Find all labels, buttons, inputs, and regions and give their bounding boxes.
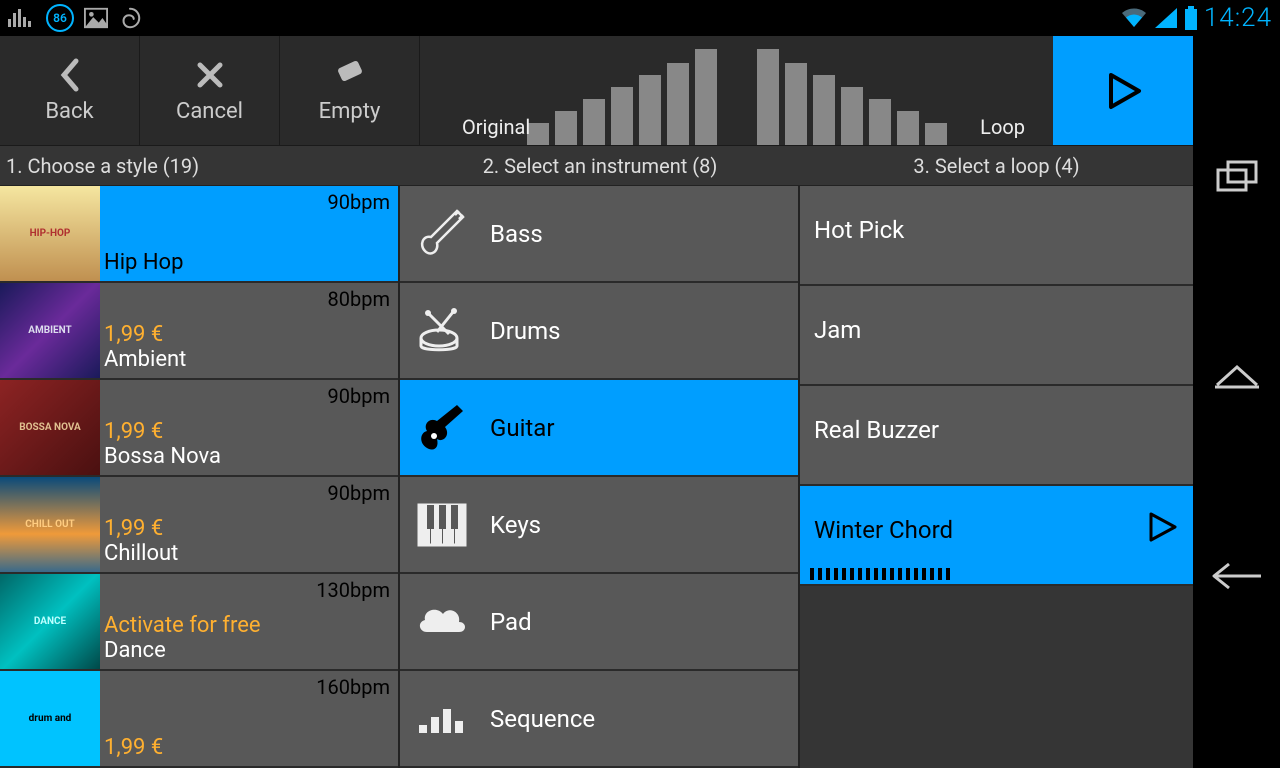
style-row[interactable]: drum and1,99 € 160bpm — [0, 671, 398, 768]
loop-row[interactable]: Real Buzzer — [800, 386, 1193, 486]
system-nav-bar — [1193, 36, 1280, 768]
instrument-name: Pad — [490, 608, 532, 636]
style-row[interactable]: BOSSA NOVA1,99 €Bossa Nova 90bpm — [0, 380, 398, 477]
instrument-row[interactable]: Keys — [400, 477, 798, 574]
cancel-label: Cancel — [176, 99, 243, 124]
loop-name: Winter Chord — [814, 516, 953, 544]
style-bpm: 130bpm — [316, 578, 390, 602]
keys-icon — [414, 497, 470, 553]
style-bpm: 80bpm — [328, 287, 390, 311]
step-style: 1. Choose a style (19) — [0, 146, 400, 185]
back-label: Back — [45, 99, 93, 124]
bass-icon — [414, 206, 470, 262]
style-thumbnail: DANCE — [0, 574, 100, 669]
signal-icon — [1154, 7, 1178, 29]
instrument-row[interactable]: Sequence — [400, 671, 798, 768]
style-name: Chillout — [104, 541, 390, 566]
style-name: Bossa Nova — [104, 444, 390, 469]
home-button[interactable] — [1211, 356, 1263, 396]
styles-column[interactable]: HIP-HOPHip Hop90bpmAMBIENT1,99 €Ambient8… — [0, 186, 400, 768]
selection-columns: HIP-HOPHip Hop90bpmAMBIENT1,99 €Ambient8… — [0, 186, 1193, 768]
style-price: 1,99 € — [104, 516, 390, 541]
loop-label: Loop — [980, 115, 1025, 139]
style-price: Activate for free — [104, 613, 390, 638]
style-price: 1,99 € — [104, 419, 390, 444]
instrument-name: Sequence — [490, 705, 595, 733]
equalizer-icon — [8, 9, 36, 27]
loop-play-icon[interactable] — [1145, 510, 1179, 550]
play-button[interactable] — [1053, 36, 1193, 145]
style-row[interactable]: HIP-HOPHip Hop 90bpm — [0, 186, 398, 283]
instrument-row[interactable]: Drums — [400, 283, 798, 380]
style-name: Dance — [104, 638, 390, 663]
image-icon — [84, 6, 108, 30]
cancel-button[interactable]: Cancel — [140, 36, 280, 145]
step-tabs: 1. Choose a style (19) 2. Select an inst… — [0, 146, 1193, 186]
sequence-icon — [414, 691, 470, 747]
loops-column[interactable]: Hot Pick Jam Real Buzzer Winter Chord — [800, 186, 1193, 768]
instrument-name: Bass — [490, 220, 543, 248]
empty-button[interactable]: Empty — [280, 36, 420, 145]
eraser-icon — [332, 57, 368, 93]
swirl-icon — [118, 6, 142, 30]
instrument-name: Guitar — [490, 414, 554, 442]
back-button[interactable]: Back — [0, 36, 140, 145]
style-row[interactable]: AMBIENT1,99 €Ambient 80bpm — [0, 283, 398, 380]
pad-icon — [414, 594, 470, 650]
style-price: 1,99 € — [104, 735, 390, 760]
play-icon — [1099, 67, 1147, 115]
original-label: Original — [462, 115, 530, 139]
empty-label: Empty — [319, 99, 381, 124]
style-thumbnail: drum and — [0, 671, 100, 766]
status-badge: 86 — [46, 4, 74, 32]
loop-row[interactable]: Jam — [800, 286, 1193, 386]
guitar-icon — [414, 400, 470, 456]
back-nav-button[interactable] — [1211, 556, 1263, 596]
loop-name: Real Buzzer — [814, 416, 939, 444]
style-thumbnail: BOSSA NOVA — [0, 380, 100, 475]
toolbar: Back Cancel Empty Original Loop — [0, 36, 1193, 146]
style-row[interactable]: DANCEActivate for freeDance 130bpm — [0, 574, 398, 671]
instrument-row[interactable]: Pad — [400, 574, 798, 671]
loop-progress — [810, 568, 950, 580]
style-bpm: 90bpm — [328, 481, 390, 505]
drums-icon — [414, 303, 470, 359]
instrument-name: Keys — [490, 511, 541, 539]
style-bpm: 90bpm — [328, 384, 390, 408]
clock: 14:24 — [1204, 3, 1272, 33]
style-thumbnail: CHILL OUT — [0, 477, 100, 572]
loop-name: Jam — [814, 316, 861, 344]
wifi-icon — [1120, 7, 1148, 29]
loop-name: Hot Pick — [814, 216, 904, 244]
style-row[interactable]: CHILL OUT1,99 €Chillout 90bpm — [0, 477, 398, 574]
crossfade-bars — [527, 36, 947, 145]
loop-row[interactable]: Hot Pick — [800, 186, 1193, 286]
style-thumbnail: AMBIENT — [0, 283, 100, 378]
step-instrument: 2. Select an instrument (8) — [400, 146, 800, 185]
instruments-column[interactable]: Bass Drums Guitar Keys Pad Sequence — [400, 186, 800, 768]
step-loop: 3. Select a loop (4) — [800, 146, 1193, 185]
app-content: Back Cancel Empty Original Loop 1. Choos… — [0, 36, 1193, 768]
chevron-left-icon — [52, 57, 88, 93]
crossfade-display[interactable]: Original Loop — [420, 36, 1053, 145]
recent-apps-button[interactable] — [1211, 156, 1263, 196]
instrument-row[interactable]: Guitar — [400, 380, 798, 477]
style-name: Hip Hop — [104, 250, 390, 275]
instrument-name: Drums — [490, 317, 561, 345]
style-bpm: 160bpm — [316, 675, 390, 699]
style-bpm: 90bpm — [328, 190, 390, 214]
loop-row[interactable]: Winter Chord — [800, 486, 1193, 586]
style-thumbnail: HIP-HOP — [0, 186, 100, 281]
style-name: Ambient — [104, 347, 390, 372]
close-icon — [192, 57, 228, 93]
style-price: 1,99 € — [104, 322, 390, 347]
battery-icon — [1184, 6, 1198, 30]
status-bar: 86 14:24 — [0, 0, 1280, 36]
instrument-row[interactable]: Bass — [400, 186, 798, 283]
